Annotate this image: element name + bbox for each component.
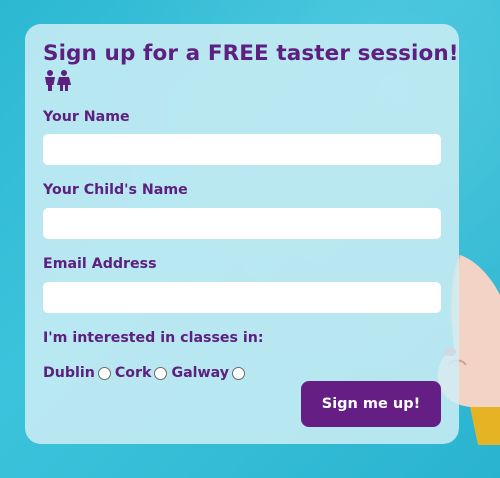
signup-form-card: Sign up for a FREE taster session! Your … <box>25 24 459 444</box>
radio-label-cork: Cork <box>114 365 152 381</box>
children-icon <box>45 70 71 91</box>
radio-label-galway: Galway <box>171 365 230 381</box>
radio-galway[interactable] <box>232 366 246 380</box>
email-label: Email Address <box>43 256 157 272</box>
email-input[interactable] <box>43 282 441 313</box>
city-radio-group: Dublin Cork Galway <box>43 364 249 382</box>
sign-up-button[interactable]: Sign me up! <box>301 381 441 427</box>
radio-cork[interactable] <box>154 366 168 380</box>
name-input[interactable] <box>43 134 441 165</box>
radio-label-dublin: Dublin <box>43 365 95 381</box>
interest-label: I'm interested in classes in: <box>43 330 264 346</box>
form-title: Sign up for a FREE taster session! <box>43 41 459 66</box>
radio-dublin[interactable] <box>97 366 111 380</box>
name-label: Your Name <box>43 109 130 125</box>
child-name-input[interactable] <box>43 208 441 239</box>
child-name-label: Your Child's Name <box>43 182 188 198</box>
